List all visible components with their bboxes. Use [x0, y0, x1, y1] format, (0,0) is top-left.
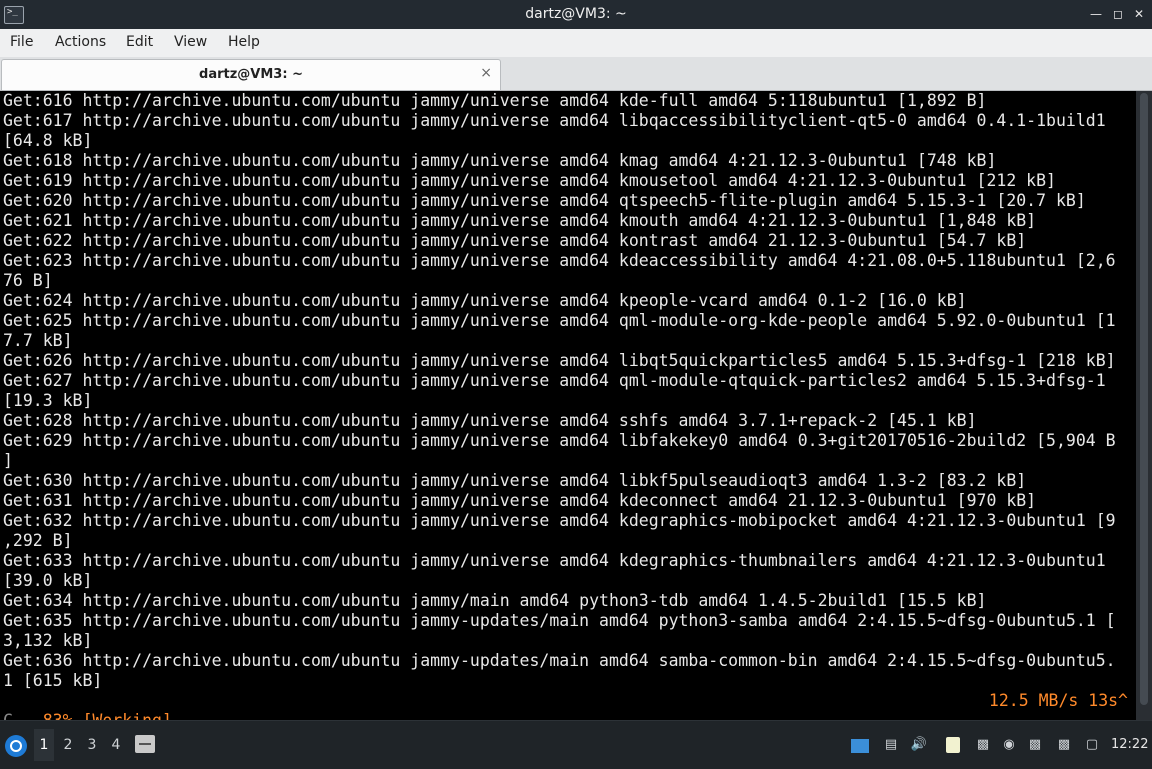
taskbar: 1 2 3 4 ▤ 🔊 ▩ ◉ ▩ ▩ ▢ 12:22 — [0, 720, 1152, 769]
tab-terminal[interactable]: dartz@VM3: ~ × — [1, 59, 501, 90]
terminal-line: ] — [3, 451, 13, 470]
terminal-line: Get:623 http://archive.ubuntu.com/ubuntu… — [3, 251, 1116, 270]
battery-icon[interactable] — [946, 737, 960, 753]
terminal-line: [64.8 kB] — [3, 131, 93, 150]
menu-actions[interactable]: Actions — [55, 34, 106, 50]
terminal-line: Get:636 http://archive.ubuntu.com/ubuntu… — [3, 651, 1116, 670]
workspace-4[interactable]: 4 — [106, 729, 126, 761]
terminal-line: Get:632 http://archive.ubuntu.com/ubuntu… — [3, 511, 1116, 530]
file-manager-icon[interactable] — [135, 735, 155, 753]
terminal-line: Get:626 http://archive.ubuntu.com/ubuntu… — [3, 351, 1116, 370]
terminal-line: Get:625 http://archive.ubuntu.com/ubuntu… — [3, 311, 1116, 330]
window-title: dartz@VM3: ~ — [525, 6, 627, 22]
apt-progress: 83% [Working] — [43, 711, 172, 720]
apt-status-line: 83% [Working] 12.5 MB/s 13s^ — [3, 691, 1128, 720]
screen-icon[interactable]: ▢ — [1083, 737, 1101, 753]
close-icon[interactable]: ✕ — [1132, 7, 1146, 21]
minimize-icon[interactable]: — — [1089, 7, 1103, 21]
menu-edit[interactable]: Edit — [126, 34, 153, 50]
workspace-3[interactable]: 3 — [82, 729, 102, 761]
terminal-line: [39.0 kB] — [3, 571, 93, 590]
terminal-partial-line: C — [3, 711, 13, 720]
terminal-line: Get:635 http://archive.ubuntu.com/ubuntu… — [3, 611, 1116, 630]
tab-close-icon[interactable]: × — [480, 65, 492, 81]
maximize-icon[interactable]: ◻ — [1111, 7, 1125, 21]
terminal-line: 76 B] — [3, 271, 53, 290]
terminal-line: 3,132 kB] — [3, 631, 93, 650]
scrollbar-thumb[interactable] — [1140, 93, 1148, 705]
menu-help[interactable]: Help — [228, 34, 260, 50]
terminal-line: Get:633 http://archive.ubuntu.com/ubuntu… — [3, 551, 1106, 570]
tab-label: dartz@VM3: ~ — [199, 67, 303, 82]
tab-bar: dartz@VM3: ~ × — [0, 57, 1152, 91]
clipboard-icon[interactable]: ▤ — [882, 737, 900, 753]
menu-file[interactable]: File — [10, 34, 33, 50]
terminal-line: Get:621 http://archive.ubuntu.com/ubuntu… — [3, 211, 1037, 230]
terminal-output[interactable]: Get:616 http://archive.ubuntu.com/ubuntu… — [0, 91, 1136, 720]
workspace-2[interactable]: 2 — [58, 729, 78, 761]
terminal-line: Get:627 http://archive.ubuntu.com/ubuntu… — [3, 371, 1106, 390]
terminal-line: Get:618 http://archive.ubuntu.com/ubuntu… — [3, 151, 997, 170]
menubar: File Actions Edit View Help — [0, 29, 1152, 58]
terminal-line: 1 [615 kB] — [3, 671, 103, 690]
menu-view[interactable]: View — [174, 34, 207, 50]
terminal-line: 7.7 kB] — [3, 331, 73, 350]
notification-icon[interactable]: ◉ — [1000, 737, 1018, 753]
terminal-line: Get:616 http://archive.ubuntu.com/ubuntu… — [3, 91, 987, 110]
clock[interactable]: 12:22 — [1111, 737, 1148, 752]
terminal-line: Get:622 http://archive.ubuntu.com/ubuntu… — [3, 231, 1027, 250]
terminal-line: Get:619 http://archive.ubuntu.com/ubuntu… — [3, 171, 1056, 190]
terminal-line: Get:624 http://archive.ubuntu.com/ubuntu… — [3, 291, 967, 310]
terminal-line: Get:617 http://archive.ubuntu.com/ubuntu… — [3, 111, 1106, 130]
display-icon[interactable] — [851, 739, 869, 753]
terminal-line: Get:628 http://archive.ubuntu.com/ubuntu… — [3, 411, 977, 430]
terminal-line: Get:631 http://archive.ubuntu.com/ubuntu… — [3, 491, 1037, 510]
apt-download-rate: 12.5 MB/s 13s^ — [988, 691, 1128, 710]
terminal-line: Get:629 http://archive.ubuntu.com/ubuntu… — [3, 431, 1116, 450]
network-icon[interactable]: ▩ — [974, 737, 992, 753]
network-wired-icon[interactable]: ▩ — [1026, 737, 1044, 753]
window-titlebar[interactable]: dartz@VM3: ~ — ◻ ✕ — [0, 0, 1152, 29]
terminal-line: ,292 B] — [3, 531, 73, 550]
volume-icon[interactable]: 🔊 — [910, 737, 928, 753]
terminal-scrollbar[interactable] — [1136, 91, 1152, 720]
terminal-line: Get:630 http://archive.ubuntu.com/ubuntu… — [3, 471, 1027, 490]
workspace-1[interactable]: 1 — [34, 729, 54, 761]
terminal-line: Get:620 http://archive.ubuntu.com/ubuntu… — [3, 191, 1086, 210]
app-launcher-icon[interactable] — [5, 735, 27, 757]
terminal-line: Get:634 http://archive.ubuntu.com/ubuntu… — [3, 591, 987, 610]
monitor-icon[interactable]: ▩ — [1055, 737, 1073, 753]
terminal-line: [19.3 kB] — [3, 391, 93, 410]
terminal-lines: Get:616 http://archive.ubuntu.com/ubuntu… — [3, 91, 1116, 691]
